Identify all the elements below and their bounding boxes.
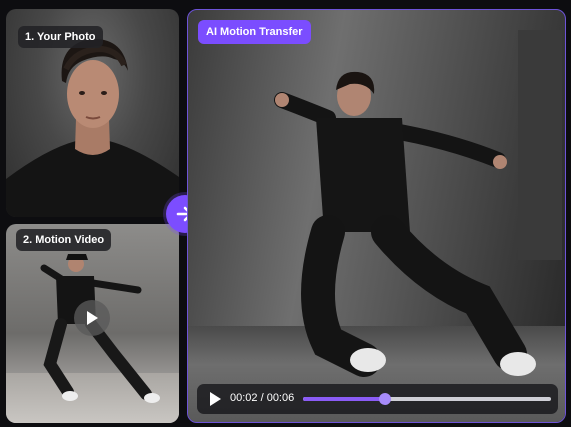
- photo-card-label: 1. Your Photo: [18, 26, 103, 48]
- photo-card[interactable]: 1. Your Photo: [6, 9, 179, 217]
- play-icon[interactable]: [208, 391, 222, 407]
- video-card[interactable]: 2. Motion Video: [6, 224, 179, 423]
- progress-track[interactable]: [303, 393, 551, 405]
- video-card-label: 2. Motion Video: [16, 229, 112, 251]
- result-card-label: AI Motion Transfer: [198, 20, 311, 44]
- progress-knob[interactable]: [378, 393, 391, 405]
- video-play-button[interactable]: [74, 300, 110, 336]
- result-card[interactable]: AI Motion Transfer 00:02 / 00:06: [187, 9, 566, 423]
- progress-fill: [303, 397, 385, 401]
- video-controls: 00:02 / 00:06: [197, 384, 558, 414]
- result-dancer-figure: [274, 30, 562, 377]
- time-readout: 00:02 / 00:06: [230, 392, 295, 404]
- play-icon: [87, 311, 98, 325]
